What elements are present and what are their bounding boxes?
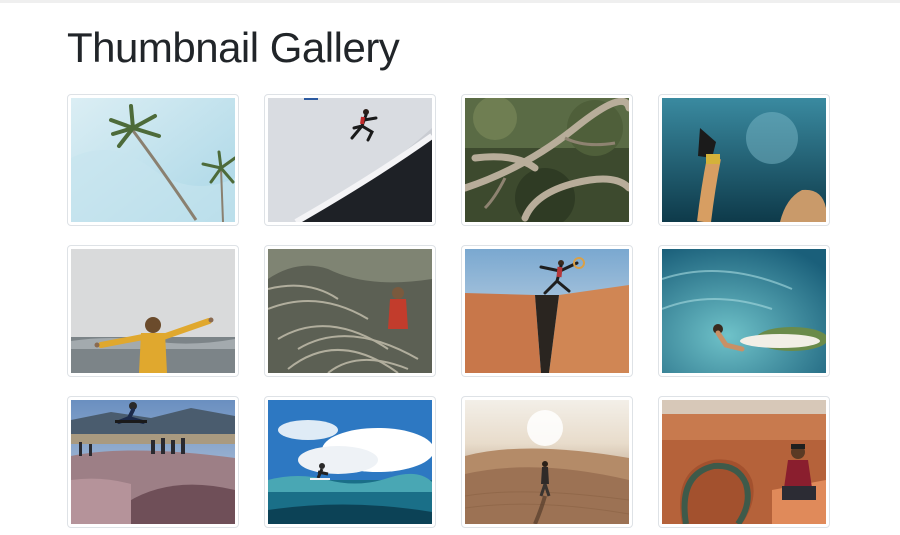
gallery-thumbnail[interactable] [461,245,633,377]
man-at-horseshoe-bend-photo [662,400,826,524]
gallery-thumbnail[interactable] [264,245,436,377]
gallery-thumbnail[interactable] [264,396,436,528]
skatepark-jump-photo [71,400,235,524]
page-title: Thumbnail Gallery [67,24,400,71]
underwater-diver-fins-photo [662,98,826,222]
gallery-thumbnail[interactable] [67,396,239,528]
surfer-ocean-clouds-photo [268,400,432,524]
skater-jumping-wall-photo [268,98,432,222]
person-in-desert-dunes-photo [465,400,629,524]
man-jumping-canyon-gap-photo [465,249,629,373]
person-yellow-jacket-sea-photo [71,249,235,373]
gallery-thumbnail[interactable] [461,94,633,226]
gallery-thumbnail[interactable] [461,396,633,528]
gallery-thumbnail[interactable] [658,396,830,528]
gallery-thumbnail[interactable] [658,94,830,226]
thumbnail-gallery [67,94,830,528]
top-border [0,0,900,3]
palm-trees-sky-photo [71,98,235,222]
surfer-in-wave-barrel-photo [662,249,826,373]
gallery-thumbnail[interactable] [264,94,436,226]
tree-branches-photo [465,98,629,222]
gallery-thumbnail[interactable] [67,94,239,226]
person-in-dune-grass-photo [268,249,432,373]
gallery-thumbnail[interactable] [67,245,239,377]
gallery-thumbnail[interactable] [658,245,830,377]
